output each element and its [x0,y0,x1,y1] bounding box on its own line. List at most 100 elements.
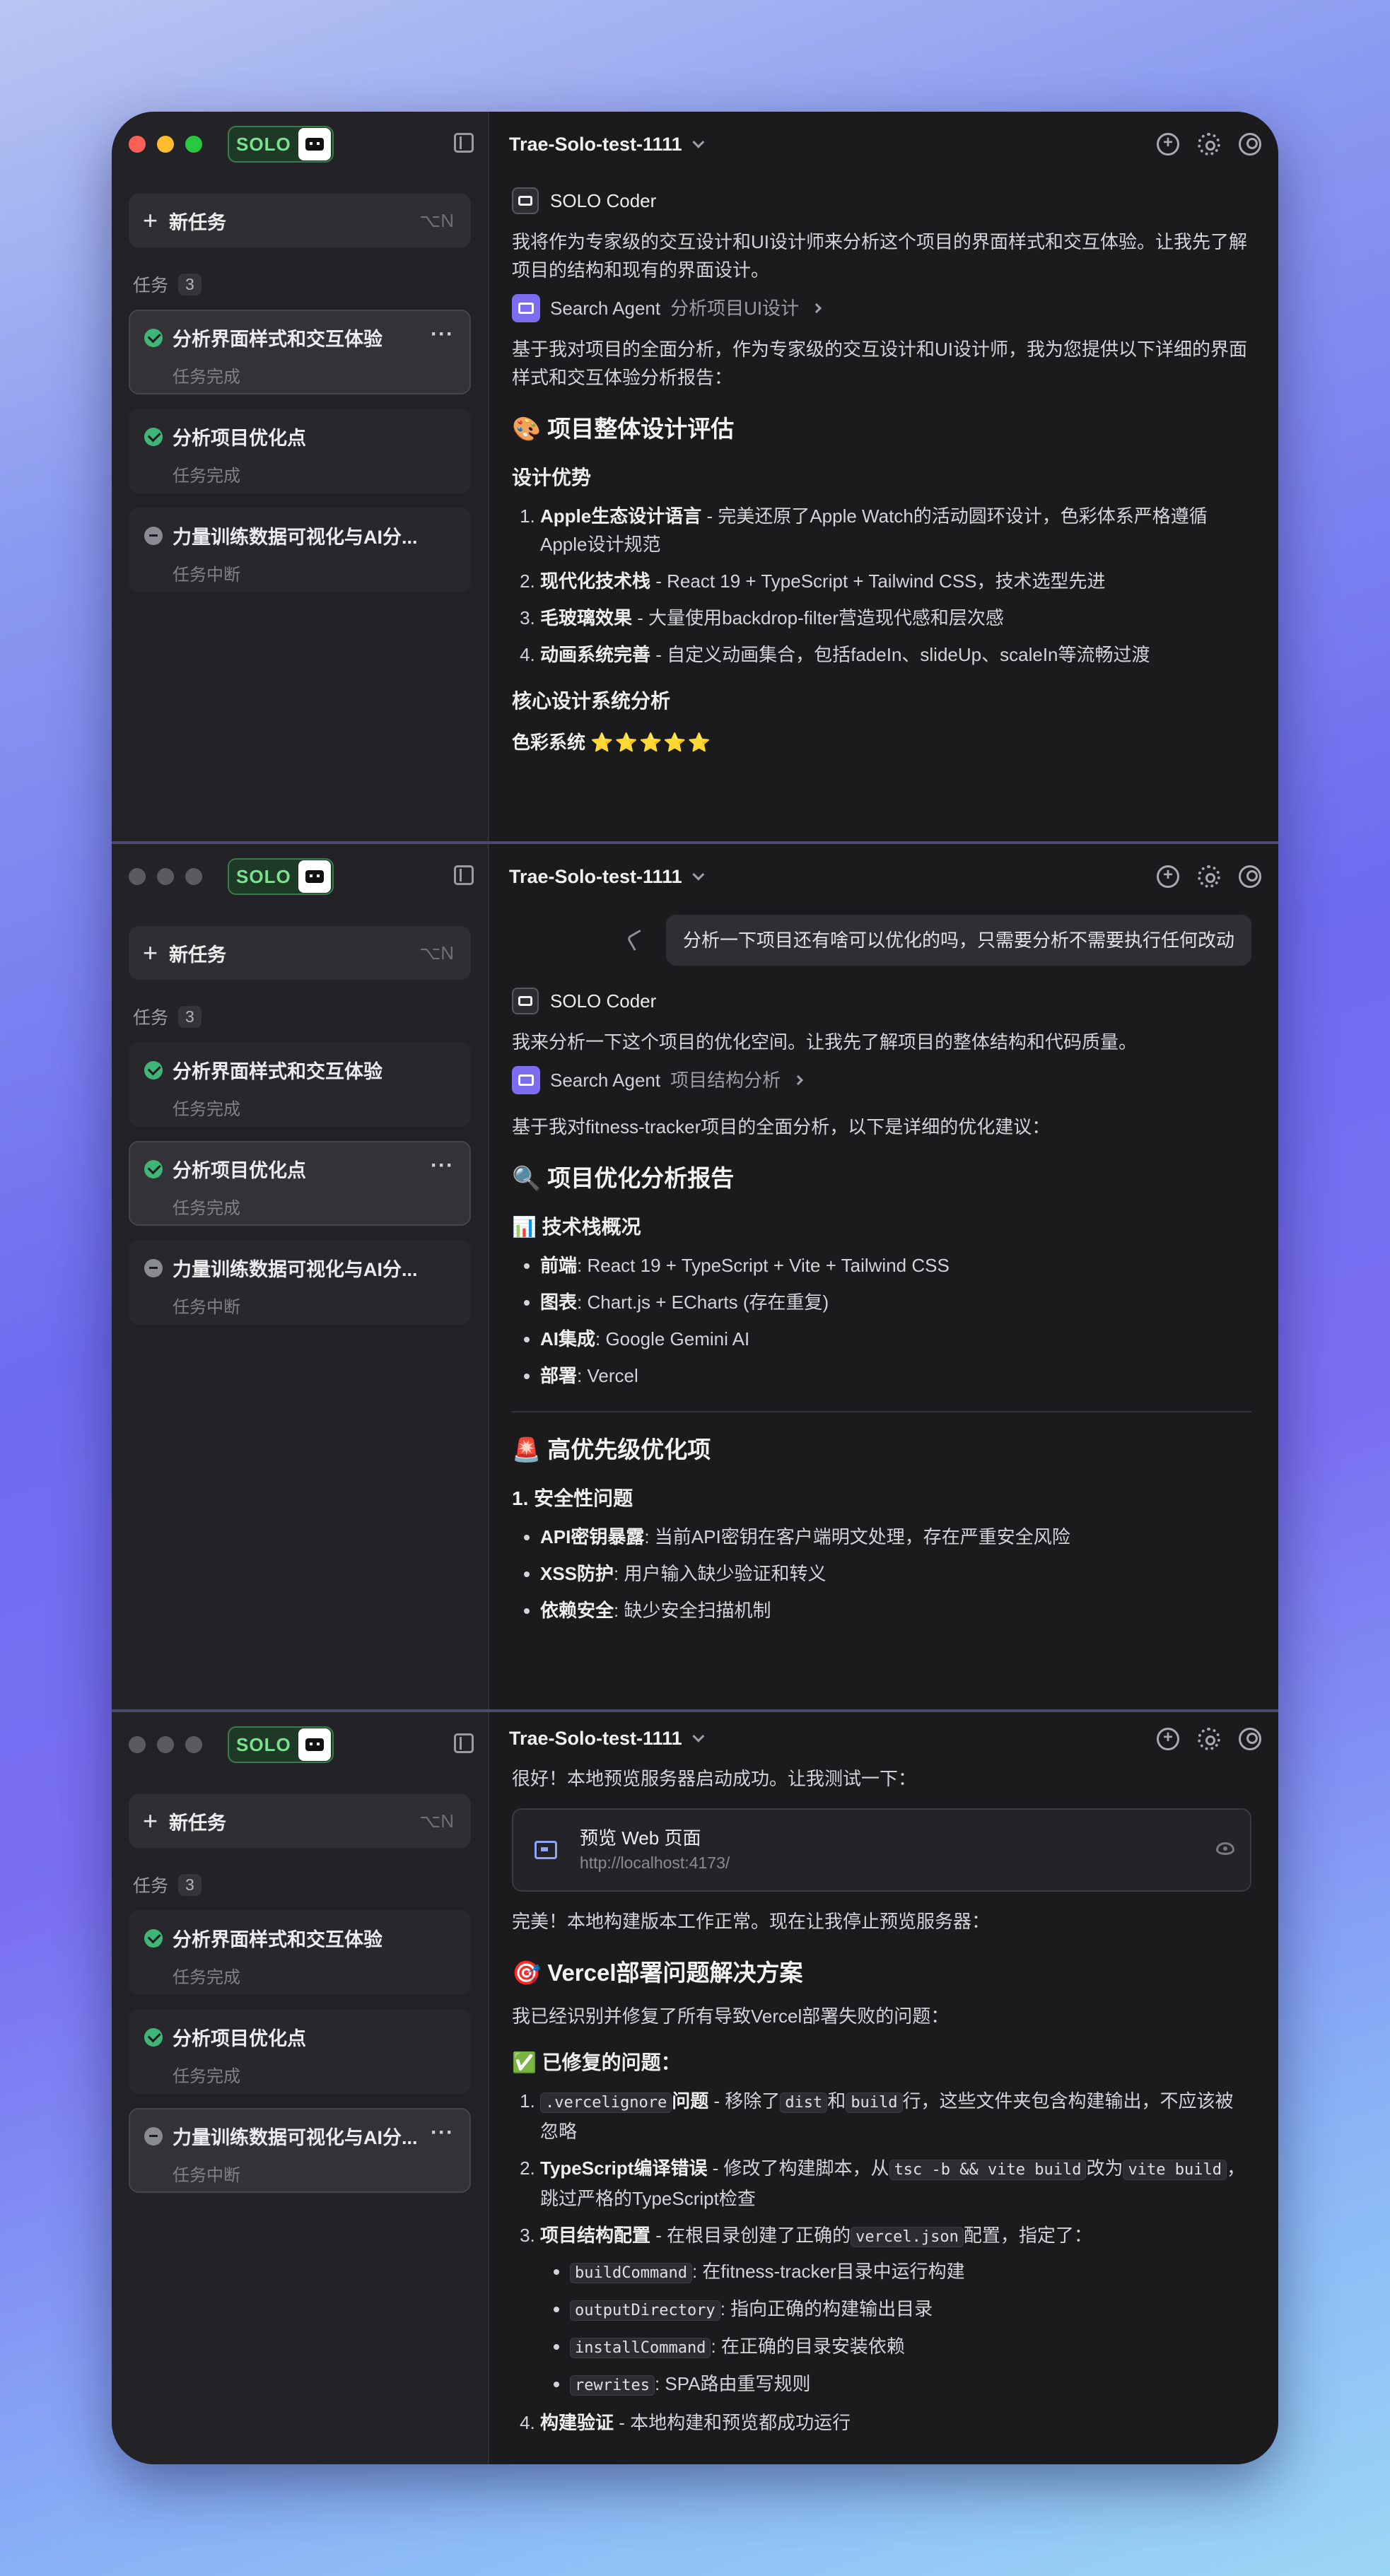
solo-badge[interactable]: SOLO [228,1726,334,1763]
security-list: API密钥暴露: 当前API密钥在客户端明文处理，存在严重安全风险 XSS防护:… [512,1523,1251,1624]
list-item: buildCommand: 在fitness-tracker目录中运行构建 [570,2257,1251,2288]
user-icon[interactable] [1239,865,1261,888]
tasks-header: 任务 3 [133,271,488,297]
chevron-down-icon[interactable] [691,1730,704,1743]
undo-icon[interactable] [626,929,648,952]
divider [512,1411,1251,1412]
preview-url[interactable]: http://localhost:4173/ [580,1851,730,1875]
search-agent-link[interactable]: Search Agent 分析项目UI设计 [512,294,1251,322]
solo-badge[interactable]: SOLO [228,126,334,163]
task-item[interactable]: 力量训练数据可视化与AI分... 任务中断 [129,508,471,592]
eye-icon[interactable] [1216,1842,1234,1855]
list-item: 现代化技术栈 - React 19 + TypeScript + Tailwin… [540,567,1251,595]
new-task-label: 新任务 [169,1812,227,1834]
agent-name: SOLO Coder [550,190,657,211]
task-item[interactable]: 分析项目优化点 任务完成 [129,409,471,493]
project-name[interactable]: Trae-Solo-test-1111 [509,134,682,156]
minimize-window-button[interactable] [157,868,174,885]
window-controls [129,1736,202,1753]
project-name[interactable]: Trae-Solo-test-1111 [509,1728,682,1750]
window-controls [129,136,202,153]
sidebar-toggle-icon[interactable] [454,1733,474,1753]
subheading: ✅ 已修复的问题： [512,2051,681,2073]
new-task-label: 新任务 [169,211,227,233]
task-item[interactable]: 力量训练数据可视化与AI分... 任务中断 ··· [129,2108,471,2193]
fixes-list: .vercelignore问题 - 移除了dist和build行，这些文件夹包含… [512,2087,1251,2437]
task-item[interactable]: 力量训练数据可视化与AI分... 任务中断 [129,1240,471,1325]
gear-icon[interactable] [1198,865,1220,888]
more-options-icon[interactable]: ··· [431,322,454,346]
message-text: 我将作为专家级的交互设计和UI设计师来分析这个项目的界面样式和交互体验。让我先了… [512,231,1248,281]
solo-robot-icon [298,1728,331,1761]
list-item: Apple生态设计语言 - 完美还原了Apple Watch的活动圆环设计，色彩… [540,502,1251,558]
user-icon[interactable] [1239,1728,1261,1750]
stop-circle-icon [144,526,163,545]
search-agent-label: Search Agent [550,1070,661,1091]
more-options-icon[interactable]: ··· [431,2121,454,2145]
chevron-right-icon [793,1075,804,1086]
subheading: 📊 技术栈概况 [512,1216,641,1238]
check-circle-icon [144,1928,163,1948]
tasks-header: 任务 3 [133,1004,488,1029]
search-agent-link[interactable]: Search Agent 项目结构分析 [512,1066,1251,1094]
task-status: 任务完成 [173,368,240,387]
task-item[interactable]: 分析项目优化点 任务完成 ··· [129,1141,471,1226]
new-task-button[interactable]: + 新任务 ⌥N [129,194,471,247]
main-content: Trae-Solo-test-1111 SOLO Coder 我将作为专家级的交… [489,112,1278,841]
solo-coder-icon [512,988,539,1014]
task-title: 分析项目优化点 [173,1160,306,1181]
close-window-button[interactable] [129,136,146,153]
list-item: TypeScript编译错误 - 修改了构建脚本，从tsc -b && vite… [540,2154,1251,2213]
zoom-window-button[interactable] [185,868,202,885]
list-item: rewrites: SPA路由重写规则 [570,2370,1251,2400]
agent-header: SOLO Coder [512,187,1251,215]
top-icons [1157,1728,1261,1750]
solo-badge[interactable]: SOLO [228,858,334,895]
list-item: API密钥暴露: 当前API密钥在客户端明文处理，存在严重安全风险 [540,1523,1251,1551]
more-options-icon[interactable]: ··· [431,1154,454,1178]
new-chat-icon[interactable] [1157,1728,1179,1750]
minimize-window-button[interactable] [157,1736,174,1753]
gear-icon[interactable] [1198,1728,1220,1750]
user-icon[interactable] [1239,133,1261,156]
check-circle-icon [144,328,163,347]
screenshot-panel-2: SOLO + 新任务 ⌥N 任务 3 分析界面样式和交互体验 任务完成 分析项目… [112,841,1278,1709]
window-controls [129,868,202,885]
task-item[interactable]: 分析项目优化点 任务完成 [129,2009,471,2094]
close-window-button[interactable] [129,868,146,885]
new-chat-icon[interactable] [1157,133,1179,156]
heading: 🎯 Vercel部署问题解决方案 [512,1960,803,1986]
task-item[interactable]: 分析界面样式和交互体验 任务完成 [129,1042,471,1127]
preview-card[interactable]: 预览 Web 页面 http://localhost:4173/ [512,1808,1251,1892]
task-title: 力量训练数据可视化与AI分... [173,527,418,548]
chevron-down-icon[interactable] [691,868,704,881]
search-agent-label: Search Agent [550,298,661,319]
sidebar-toggle-icon[interactable] [454,865,474,885]
chevron-down-icon[interactable] [691,136,704,148]
close-window-button[interactable] [129,1736,146,1753]
list-item: .vercelignore问题 - 移除了dist和build行，这些文件夹包含… [540,2087,1251,2145]
stop-circle-icon [144,1258,163,1277]
task-item[interactable]: 分析界面样式和交互体验 任务完成 [129,1910,471,1995]
zoom-window-button[interactable] [185,1736,202,1753]
message-text: 基于我对fitness-tracker项目的全面分析，以下是详细的优化建议： [512,1116,1051,1137]
sidebar-toggle-icon[interactable] [454,133,474,153]
gear-icon[interactable] [1198,133,1220,156]
new-task-button[interactable]: + 新任务 ⌥N [129,1794,471,1848]
minimize-window-button[interactable] [157,136,174,153]
main-content: Trae-Solo-test-1111 分析一下项目还有啥可以优化的吗，只需要分… [489,844,1278,1709]
list-item: 构建验证 - 本地构建和预览都成功运行 [540,2408,1251,2437]
project-name[interactable]: Trae-Solo-test-1111 [509,866,682,888]
zoom-window-button[interactable] [185,136,202,153]
new-chat-icon[interactable] [1157,865,1179,888]
task-item[interactable]: 分析界面样式和交互体验 任务完成 ··· [129,310,471,394]
top-icons [1157,865,1261,888]
new-task-button[interactable]: + 新任务 ⌥N [129,926,471,980]
sidebar-titlebar: SOLO [112,112,488,177]
list-item: 毛玻璃效果 - 大量使用backdrop-filter营造现代感和层次感 [540,604,1251,632]
plus-icon: + [143,1806,158,1835]
chevron-right-icon [812,303,822,314]
subheading: 1. 安全性问题 [512,1487,633,1509]
task-status: 任务完成 [173,1100,240,1119]
task-list: 分析界面样式和交互体验 任务完成 分析项目优化点 任务完成 力量训练数据可视化与… [129,1910,471,2193]
